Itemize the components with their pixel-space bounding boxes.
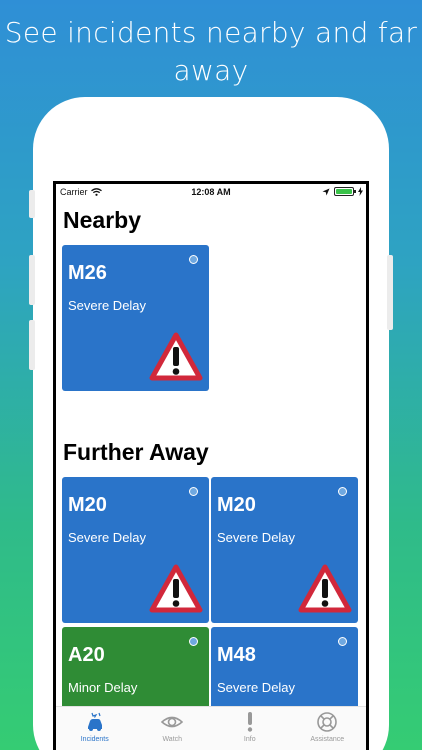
lifebuoy-icon (317, 712, 338, 732)
tab-bar: Incidents Watch Info Assistance (56, 706, 366, 750)
tab-watch[interactable]: Watch (134, 707, 212, 750)
status-dot-icon (189, 637, 198, 646)
incident-card[interactable]: M20 Severe Delay (211, 477, 358, 623)
exclamation-icon (247, 712, 252, 732)
car-crash-icon (87, 712, 102, 731)
status-dot-icon (189, 487, 198, 496)
phone-side-button (29, 190, 35, 218)
road-name: M26 (68, 262, 107, 284)
warning-triangle-icon (149, 564, 203, 613)
eye-icon (161, 716, 184, 728)
tab-label: Assistance (310, 736, 345, 743)
section-title-nearby: Nearby (63, 207, 141, 233)
tab-info[interactable]: Info (211, 707, 289, 750)
status-dot-icon (189, 255, 198, 264)
tab-label: Info (243, 736, 256, 743)
phone-side-button (29, 255, 35, 305)
delay-status: Minor Delay (68, 680, 138, 695)
phone-side-button (387, 255, 393, 330)
promo-headline: See incidents nearby and far away (4, 16, 418, 87)
incident-card[interactable]: M20 Severe Delay (62, 477, 209, 623)
warning-triangle-icon (298, 564, 352, 613)
battery-icon (334, 187, 356, 196)
road-name: M20 (217, 494, 256, 516)
tab-assistance[interactable]: Assistance (289, 707, 367, 750)
road-name: M48 (217, 644, 256, 666)
charging-bolt-icon (358, 187, 363, 196)
tab-label: Watch (162, 736, 183, 743)
incident-card[interactable]: M26 Severe Delay (62, 245, 209, 391)
delay-status: Severe Delay (68, 298, 147, 313)
delay-status: Severe Delay (217, 530, 296, 545)
status-dot-icon (338, 487, 347, 496)
status-dot-icon (338, 637, 347, 646)
tab-label: Incidents (80, 736, 109, 743)
phone-side-button (29, 320, 35, 370)
location-arrow-icon (322, 188, 330, 195)
road-name: A20 (68, 644, 105, 666)
delay-status: Severe Delay (217, 680, 296, 695)
phone-screen: Carrier 12:08 AM Nearby M26 Severe Delay… (53, 181, 369, 750)
status-time: 12:08 AM (191, 187, 231, 197)
section-title-further-away: Further Away (63, 439, 209, 465)
status-bar: Carrier 12:08 AM (56, 184, 366, 200)
warning-triangle-icon (149, 332, 203, 381)
delay-status: Severe Delay (68, 530, 147, 545)
road-name: M20 (68, 494, 107, 516)
tab-incidents[interactable]: Incidents (56, 707, 134, 750)
